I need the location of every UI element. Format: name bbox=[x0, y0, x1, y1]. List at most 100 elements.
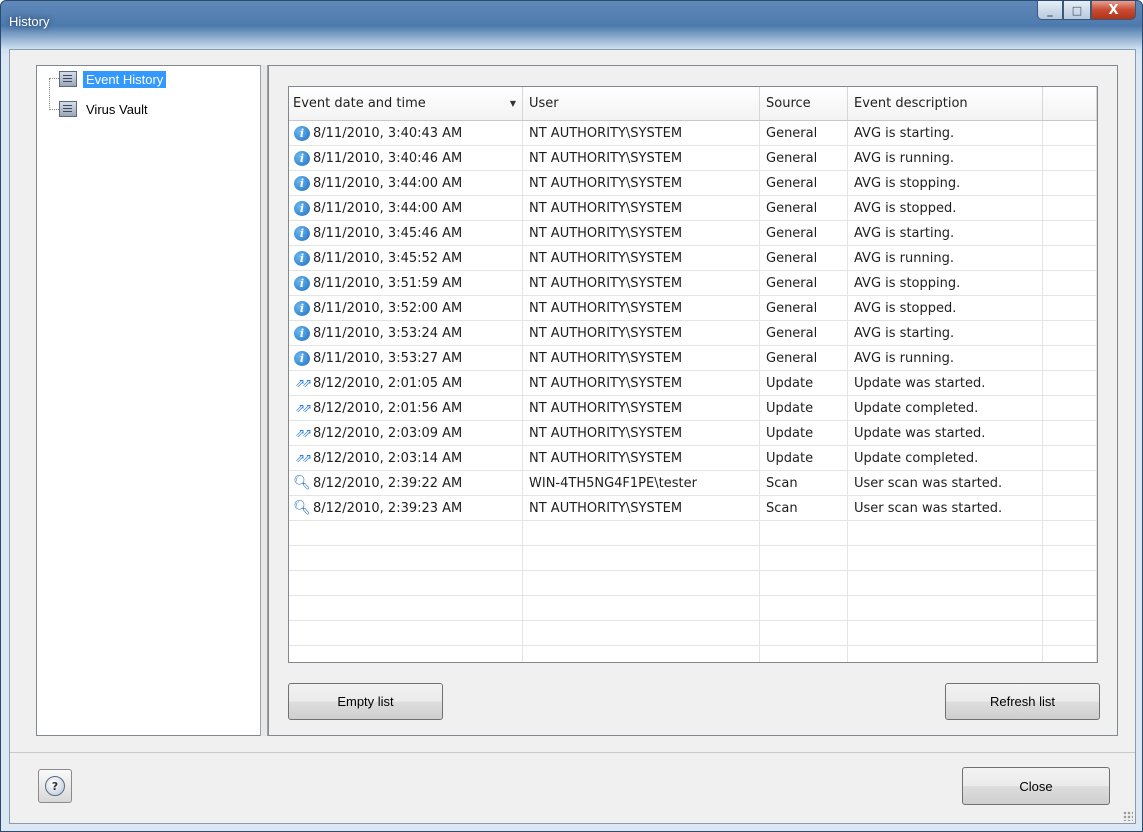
table-row[interactable]: ⇗⇗ 8/12/2010, 2:03:14 AM NT AUTHORITY\SYST… bbox=[289, 446, 1097, 471]
column-header-description[interactable]: Event description bbox=[848, 87, 1043, 120]
table-row[interactable]: ⇗⇗ 8/12/2010, 2:01:56 AM NT AUTHORITY\SYST… bbox=[289, 396, 1097, 421]
empty-cell bbox=[289, 646, 523, 662]
cell-text: NT AUTHORITY\SYSTEM bbox=[529, 250, 683, 266]
table-row[interactable]: i 8/11/2010, 3:40:43 AM NT AUTHORITY\SYSTE… bbox=[289, 121, 1097, 146]
cell-source: Scan bbox=[760, 471, 848, 496]
column-header-datetime[interactable]: Event date and time ▼ bbox=[289, 87, 523, 120]
resize-grip-icon[interactable] bbox=[1123, 811, 1133, 821]
table-row[interactable]: i 8/11/2010, 3:40:46 AM NT AUTHORITY\SYSTE… bbox=[289, 146, 1097, 171]
cell-source: General bbox=[760, 171, 848, 196]
cell-user: NT AUTHORITY\SYSTEM bbox=[523, 346, 760, 371]
cell-text: Update bbox=[766, 400, 814, 416]
cell-text: 8/11/2010, 3:52:00 AM bbox=[313, 300, 463, 316]
cell-description: Update completed. bbox=[848, 446, 1043, 471]
empty-cell bbox=[289, 546, 523, 571]
cell-text: 8/11/2010, 3:53:24 AM bbox=[313, 325, 463, 341]
tree-item-virus-vault[interactable]: Virus Vault bbox=[59, 99, 151, 119]
cell-text: NT AUTHORITY\SYSTEM bbox=[529, 350, 683, 366]
cell-filler bbox=[1043, 471, 1097, 496]
update-arrows-icon: ⇗⇗ bbox=[294, 401, 312, 415]
cell-text: General bbox=[766, 200, 818, 216]
cell-description: AVG is stopping. bbox=[848, 171, 1043, 196]
help-icon: ? bbox=[45, 776, 65, 796]
event-table: Event date and time ▼ User Source Event … bbox=[288, 86, 1098, 663]
cell-source: Scan bbox=[760, 496, 848, 521]
table-row[interactable]: ⇗⇗ 8/12/2010, 2:01:05 AM NT AUTHORITY\SYST… bbox=[289, 371, 1097, 396]
minimize-button[interactable]: _ bbox=[1037, 1, 1063, 20]
tree-connector-line bbox=[49, 78, 50, 110]
info-icon: i bbox=[293, 250, 311, 266]
empty-cell bbox=[523, 571, 760, 596]
table-row[interactable]: i 8/11/2010, 3:53:24 AM NT AUTHORITY\SYSTE… bbox=[289, 321, 1097, 346]
cell-text: 8/12/2010, 2:03:14 AM bbox=[313, 450, 463, 466]
cell-text: AVG is starting. bbox=[854, 325, 955, 341]
empty-table-row bbox=[289, 646, 1097, 662]
empty-list-button[interactable]: Empty list bbox=[288, 683, 443, 720]
cell-description: User scan was started. bbox=[848, 496, 1043, 521]
info-icon: i bbox=[293, 225, 311, 241]
empty-cell bbox=[289, 621, 523, 646]
cell-user: NT AUTHORITY\SYSTEM bbox=[523, 446, 760, 471]
cell-text: NT AUTHORITY\SYSTEM bbox=[529, 325, 683, 341]
refresh-list-button[interactable]: Refresh list bbox=[945, 683, 1100, 720]
cell-datetime: 🔍︎ 8/12/2010, 2:39:22 AM bbox=[289, 471, 523, 496]
table-row[interactable]: ⇗⇗ 8/12/2010, 2:03:09 AM NT AUTHORITY\SYST… bbox=[289, 421, 1097, 446]
cell-user: NT AUTHORITY\SYSTEM bbox=[523, 371, 760, 396]
cell-text: NT AUTHORITY\SYSTEM bbox=[529, 375, 683, 391]
event-panel: Event date and time ▼ User Source Event … bbox=[268, 65, 1118, 736]
table-row[interactable]: i 8/11/2010, 3:44:00 AM NT AUTHORITY\SYSTE… bbox=[289, 171, 1097, 196]
cell-datetime: i 8/11/2010, 3:44:00 AM bbox=[289, 196, 523, 221]
column-header-source[interactable]: Source bbox=[760, 87, 848, 120]
empty-cell bbox=[1043, 646, 1097, 662]
history-window: History _ □ X Event History Virus Vault bbox=[0, 0, 1143, 832]
table-row[interactable]: i 8/11/2010, 3:45:52 AM NT AUTHORITY\SYSTE… bbox=[289, 246, 1097, 271]
cell-text: NT AUTHORITY\SYSTEM bbox=[529, 150, 683, 166]
empty-cell bbox=[760, 596, 848, 621]
cell-text: General bbox=[766, 175, 818, 191]
table-row[interactable]: i 8/11/2010, 3:51:59 AM NT AUTHORITY\SYSTE… bbox=[289, 271, 1097, 296]
cell-text: NT AUTHORITY\SYSTEM bbox=[529, 275, 683, 291]
maximize-button[interactable]: □ bbox=[1063, 1, 1091, 20]
empty-cell bbox=[1043, 596, 1097, 621]
help-button[interactable]: ? bbox=[38, 769, 72, 803]
cell-text: 8/12/2010, 2:01:56 AM bbox=[313, 400, 463, 416]
empty-cell bbox=[848, 521, 1043, 546]
cell-description: AVG is starting. bbox=[848, 321, 1043, 346]
table-row[interactable]: i 8/11/2010, 3:44:00 AM NT AUTHORITY\SYSTE… bbox=[289, 196, 1097, 221]
cell-user: NT AUTHORITY\SYSTEM bbox=[523, 221, 760, 246]
table-row[interactable]: i 8/11/2010, 3:45:46 AM NT AUTHORITY\SYSTE… bbox=[289, 221, 1097, 246]
cell-datetime: ⇗⇗ 8/12/2010, 2:03:09 AM bbox=[289, 421, 523, 446]
cell-filler bbox=[1043, 246, 1097, 271]
table-row[interactable]: i 8/11/2010, 3:52:00 AM NT AUTHORITY\SYSTE… bbox=[289, 296, 1097, 321]
cell-text: 8/11/2010, 3:44:00 AM bbox=[313, 200, 463, 216]
column-header-user[interactable]: User bbox=[523, 87, 760, 120]
tree-item-event-history[interactable]: Event History bbox=[59, 69, 167, 89]
cell-text: Scan bbox=[766, 500, 798, 516]
cell-filler bbox=[1043, 496, 1097, 521]
info-icon: i bbox=[293, 150, 311, 166]
close-window-button[interactable]: X bbox=[1091, 1, 1136, 20]
cell-filler bbox=[1043, 296, 1097, 321]
table-header: Event date and time ▼ User Source Event … bbox=[289, 87, 1097, 121]
info-icon: i bbox=[293, 275, 311, 291]
cell-source: Update bbox=[760, 371, 848, 396]
cell-text: NT AUTHORITY\SYSTEM bbox=[529, 300, 683, 316]
empty-cell bbox=[848, 646, 1043, 662]
table-row[interactable]: 🔍︎ 8/12/2010, 2:39:22 AM WIN-4TH5NG4F1PE\t… bbox=[289, 471, 1097, 496]
table-row[interactable]: i 8/11/2010, 3:53:27 AM NT AUTHORITY\SYSTE… bbox=[289, 346, 1097, 371]
info-icon: i bbox=[293, 175, 311, 191]
cell-text: AVG is stopped. bbox=[854, 200, 957, 216]
table-row[interactable]: 🔍︎ 8/12/2010, 2:39:23 AM NT AUTHORITY\SYST… bbox=[289, 496, 1097, 521]
sort-descending-icon: ▼ bbox=[509, 99, 516, 108]
column-header-label: Event description bbox=[854, 96, 968, 111]
cell-text: Update was started. bbox=[854, 375, 986, 391]
panel-splitter[interactable] bbox=[260, 65, 268, 736]
cell-text: Scan bbox=[766, 475, 798, 491]
cell-user: WIN-4TH5NG4F1PE\tester bbox=[523, 471, 760, 496]
cell-filler bbox=[1043, 371, 1097, 396]
cell-source: General bbox=[760, 246, 848, 271]
cell-source: Update bbox=[760, 396, 848, 421]
tree-item-label: Event History bbox=[83, 70, 167, 88]
close-button[interactable]: Close bbox=[962, 767, 1110, 805]
cell-description: Update completed. bbox=[848, 396, 1043, 421]
